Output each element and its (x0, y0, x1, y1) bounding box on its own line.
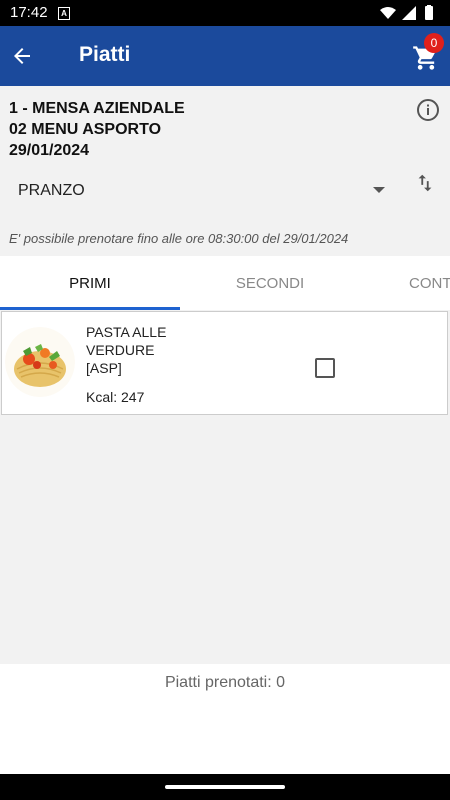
page-title: Piatti (79, 43, 131, 66)
dish-card[interactable]: PASTA ALLE VERDURE [ASP] Kcal: 247 (1, 311, 448, 415)
footer: Piatti prenotati: 0 (0, 664, 450, 774)
status-bar: 17:42 A (0, 0, 450, 26)
info-icon[interactable] (416, 98, 440, 122)
notification-a-icon: A (58, 7, 70, 20)
menu-header: 1 - MENSA AZIENDALE 02 MENU ASPORTO 29/0… (0, 86, 450, 256)
tab-primi[interactable]: PRIMI (0, 256, 180, 310)
sort-icon[interactable] (414, 172, 436, 194)
canteen-name: 1 - MENSA AZIENDALE (9, 100, 185, 117)
wifi-icon (380, 7, 396, 19)
dish-code: [ASP] (86, 360, 122, 376)
dish-name: PASTA ALLE VERDURE [ASP] (86, 323, 206, 377)
battery-icon (425, 6, 433, 20)
system-nav-bar (0, 774, 450, 800)
signal-icon (402, 6, 416, 20)
booked-dishes-count: Piatti prenotati: 0 (164, 674, 286, 691)
menu-name: 02 MENU ASPORTO (9, 121, 162, 138)
category-tabs: PRIMI SECONDI CONT (0, 256, 450, 310)
dish-kcal: Kcal: 247 (86, 389, 145, 405)
dish-select-checkbox[interactable] (315, 358, 335, 378)
home-gesture-handle[interactable] (165, 785, 285, 789)
dish-image (5, 327, 75, 397)
cart-count-badge: 0 (424, 33, 444, 53)
system-icons (380, 5, 433, 20)
tab-secondi[interactable]: SECONDI (180, 256, 360, 310)
status-time: 17:42 (10, 4, 48, 21)
meal-select[interactable]: PRANZO (18, 182, 85, 200)
dish-title: PASTA ALLE VERDURE (86, 324, 167, 358)
booking-deadline-notice: E' possibile prenotare fino alle ore 08:… (9, 231, 349, 246)
active-tab-indicator (0, 307, 180, 310)
tab-contorni[interactable]: CONT (360, 256, 450, 310)
back-arrow-icon[interactable] (10, 44, 34, 68)
menu-date: 29/01/2024 (9, 142, 90, 159)
chevron-down-icon[interactable] (373, 187, 385, 193)
app-bar: Piatti 0 (0, 26, 450, 86)
